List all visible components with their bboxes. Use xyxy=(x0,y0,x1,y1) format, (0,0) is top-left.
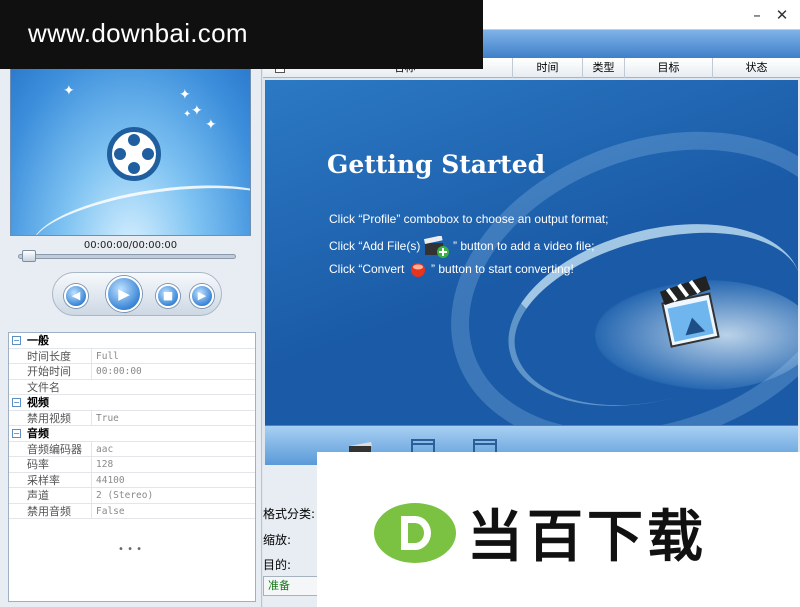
property-group-row[interactable]: − 音频 xyxy=(9,426,255,442)
property-value[interactable]: 00:00:00 xyxy=(91,364,251,379)
instruction-text: Click “Convert xyxy=(329,262,405,277)
property-value[interactable]: Full xyxy=(91,348,251,364)
property-group-label: 一般 xyxy=(27,334,49,347)
seek-thumb[interactable] xyxy=(22,250,36,262)
column-header-status[interactable]: 状态 xyxy=(713,58,800,78)
video-preview: ✦ ✦ ✦ ✦ ✦ xyxy=(10,68,251,236)
close-button[interactable]: ✕ xyxy=(773,6,791,24)
target-label: 目的: xyxy=(263,558,292,572)
sparkle-icon: ✦ xyxy=(179,87,191,103)
collapse-icon[interactable]: − xyxy=(12,336,21,345)
watermark-logo: 当百下载 xyxy=(317,452,800,607)
play-button[interactable]: ▶ xyxy=(106,276,142,312)
property-value[interactable]: False xyxy=(91,503,251,519)
property-group-row[interactable]: − 视频 xyxy=(9,395,255,411)
property-key: 声道 xyxy=(27,489,49,502)
property-key: 文件名 xyxy=(27,380,60,394)
add-file-icon xyxy=(423,236,449,258)
logo-text: 当百下载 xyxy=(467,505,707,570)
convert-icon xyxy=(410,263,425,277)
property-key: 码率 xyxy=(27,458,49,471)
property-row: 音频编码器 aac xyxy=(9,441,255,457)
collapse-icon[interactable]: − xyxy=(12,429,21,438)
property-value[interactable]: 44100 xyxy=(91,472,251,488)
properties-table: − 一般 时间长度 Full 开始时间 00:00:00 文件名 − 视频 禁用视频 True − 音频… xyxy=(8,332,256,602)
preview-swirl xyxy=(26,171,250,235)
watermark-url: www.downbai.com xyxy=(28,18,248,48)
getting-started-title: Getting Started xyxy=(327,150,546,179)
watermark-banner: www.downbai.com xyxy=(0,0,483,69)
property-row: 开始时间 00:00:00 xyxy=(9,364,255,380)
property-value[interactable]: aac xyxy=(91,441,251,457)
column-header-type[interactable]: 类型 xyxy=(583,58,625,78)
property-value[interactable]: True xyxy=(91,410,251,426)
splitter-grip[interactable]: • • • xyxy=(118,544,142,555)
instruction-convert: Click “Convert ” button to start convert… xyxy=(329,262,574,278)
sparkle-icon: ✦ xyxy=(63,83,75,99)
previous-button[interactable]: ◀ xyxy=(64,284,88,308)
logo-icon xyxy=(374,503,456,563)
property-key: 禁用视频 xyxy=(27,411,71,425)
minimize-button[interactable]: – xyxy=(748,6,766,24)
instruction-profile: Click “Profile” combobox to choose an ou… xyxy=(329,212,609,226)
property-group-row[interactable]: − 一般 xyxy=(9,333,255,349)
property-row: 禁用视频 True xyxy=(9,410,255,426)
instruction-text: Click “Add File(s) xyxy=(329,239,421,254)
instruction-text: ” button to start converting! xyxy=(431,262,574,277)
sparkle-icon: ✦ xyxy=(205,117,217,133)
getting-started-panel: Getting Started Click “Profile” combobox… xyxy=(265,80,798,425)
instruction-add-file: Click “Add File(s) ” button to add a vid… xyxy=(329,236,594,258)
property-row: 禁用音频 False xyxy=(9,503,255,519)
sparkle-icon: ✦ xyxy=(183,109,192,120)
zoom-label: 缩放: xyxy=(263,533,292,547)
property-row: 声道 2 (Stereo) xyxy=(9,488,255,504)
property-group-label: 视频 xyxy=(27,396,49,409)
format-label: 格式分类: xyxy=(263,507,316,521)
property-row: 采样率 44100 xyxy=(9,472,255,488)
column-header-time[interactable]: 时间 xyxy=(513,58,583,78)
collapse-icon[interactable]: − xyxy=(12,398,21,407)
property-key: 时间长度 xyxy=(27,349,71,363)
property-value[interactable]: 128 xyxy=(91,457,251,472)
seek-bar[interactable] xyxy=(18,254,236,259)
property-key: 音频编码器 xyxy=(27,442,82,456)
column-header-target[interactable]: 目标 xyxy=(625,58,713,78)
property-group-label: 音频 xyxy=(27,427,49,440)
playback-time: 00:00:00/00:00:00 xyxy=(83,240,178,251)
property-key: 开始时间 xyxy=(27,365,71,378)
property-row: 时间长度 Full xyxy=(9,348,255,364)
property-row: 码率 128 xyxy=(9,457,255,473)
property-value[interactable]: 2 (Stereo) xyxy=(91,488,251,503)
instruction-text: ” button to add a video file; xyxy=(453,239,595,254)
property-row: 文件名 xyxy=(9,380,255,395)
next-button[interactable]: ▶ xyxy=(190,284,214,308)
stop-button[interactable]: ■ xyxy=(156,284,180,308)
film-reel-icon xyxy=(107,127,161,181)
property-key: 采样率 xyxy=(27,473,60,487)
sparkle-icon: ✦ xyxy=(191,103,203,119)
property-key: 禁用音频 xyxy=(27,504,71,518)
